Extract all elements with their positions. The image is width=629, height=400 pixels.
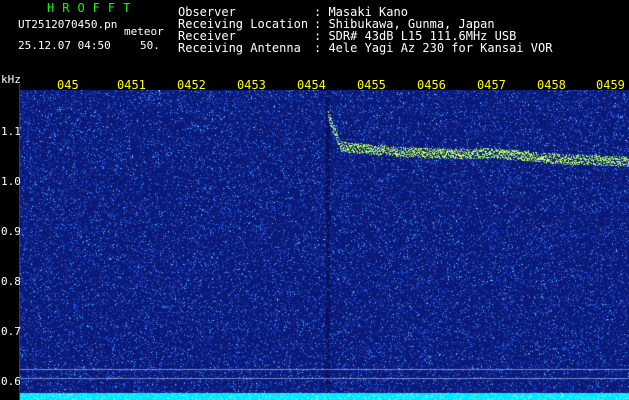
threshold-value: 50. xyxy=(140,39,160,52)
y-tick-label: 0.6 xyxy=(1,375,21,388)
y-tick-label: 0.9 xyxy=(1,225,21,238)
recording-datetime: 25.12.07 04:50 xyxy=(18,39,111,52)
y-axis-unit: kHz xyxy=(1,73,21,86)
y-tick-label: 0.7 xyxy=(1,325,21,338)
y-tick-label: 1.1 xyxy=(1,125,21,138)
y-tick-label: 1.0 xyxy=(1,175,21,188)
hrofft-screen: HROFFT UT2512070450.pn meteor 25.12.07 0… xyxy=(0,0,629,400)
file-tag: meteor xyxy=(124,25,164,38)
spectrogram-canvas xyxy=(20,90,629,400)
spectrogram-plot xyxy=(20,90,629,400)
y-tick-label: 0.8 xyxy=(1,275,21,288)
file-name: UT2512070450.pn xyxy=(18,18,118,31)
meta-value-antenna: : 4ele Yagi Az 230 for Kansai VOR xyxy=(314,41,553,55)
meta-key-antenna: Receiving Antenna xyxy=(178,41,301,55)
app-title: HROFFT xyxy=(47,1,139,15)
